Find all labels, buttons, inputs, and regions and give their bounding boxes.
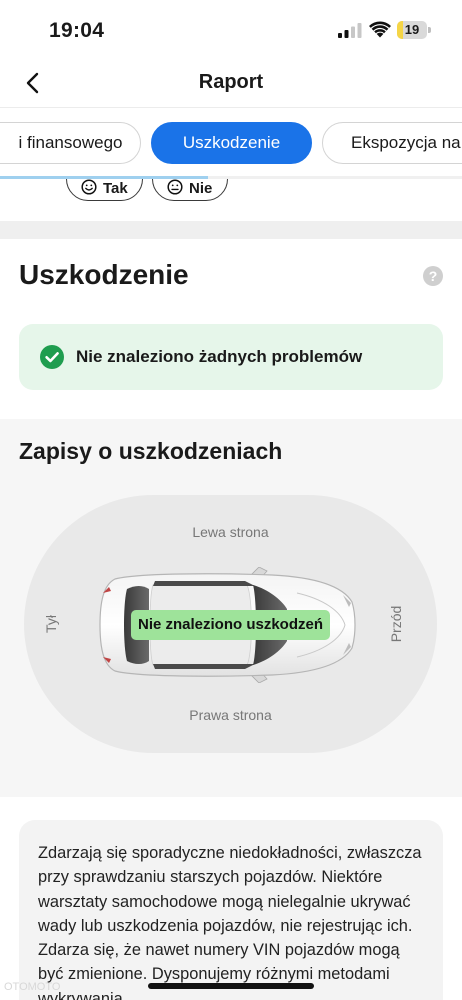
info-text: Zdarzają się sporadyczne niedokładności,… [38, 844, 422, 1000]
right-side-label: Prawa strona [189, 707, 272, 723]
no-button[interactable]: Nie [152, 179, 228, 201]
meh-icon [167, 179, 183, 195]
status-text: Nie znaleziono żadnych problemów [76, 347, 363, 366]
wifi-icon [369, 21, 391, 38]
car-diagram: Lewa strona Prawa strona Tył Przód Nie z… [24, 495, 437, 753]
battery-icon: 19 [397, 21, 431, 39]
left-side-label: Lewa strona [192, 524, 269, 540]
watermark: OTOMOTO [4, 981, 61, 993]
info-card: Zdarzają się sporadyczne niedokładności,… [19, 820, 443, 1000]
help-icon[interactable]: ? [423, 266, 443, 286]
tab-bar: i finansowego Uszkodzenie Ekspozycja na [0, 120, 462, 166]
no-damage-badge: Nie znaleziono uszkodzeń [131, 610, 330, 640]
battery-level: 19 [404, 22, 420, 37]
records-title: Zapisy o uszkodzeniach [19, 438, 283, 464]
rear-label: Tył [43, 615, 59, 633]
check-circle-icon [40, 345, 64, 369]
tab-exposure[interactable]: Ekspozycja na [322, 122, 462, 164]
yes-button[interactable]: Tak [66, 179, 143, 201]
section-separator [0, 221, 462, 239]
nav-bar: Raport [0, 60, 462, 106]
yes-label: Tak [103, 180, 128, 197]
status-time: 19:04 [49, 19, 105, 42]
status-banner: Nie znaleziono żadnych problemów [19, 324, 443, 390]
nav-divider [0, 107, 462, 108]
status-bar: 19:04 19 [0, 0, 462, 60]
page-title: Raport [198, 71, 264, 93]
no-label: Nie [189, 180, 213, 197]
signal-icon [338, 23, 362, 38]
tab-financial[interactable]: i finansowego [0, 122, 141, 164]
section-title-damage: Uszkodzenie [19, 259, 189, 290]
front-label: Przód [388, 605, 404, 643]
answer-row: Tak Nie [0, 179, 462, 219]
smile-icon [81, 179, 97, 195]
tab-damage[interactable]: Uszkodzenie [151, 122, 312, 164]
home-indicator[interactable] [148, 983, 314, 989]
